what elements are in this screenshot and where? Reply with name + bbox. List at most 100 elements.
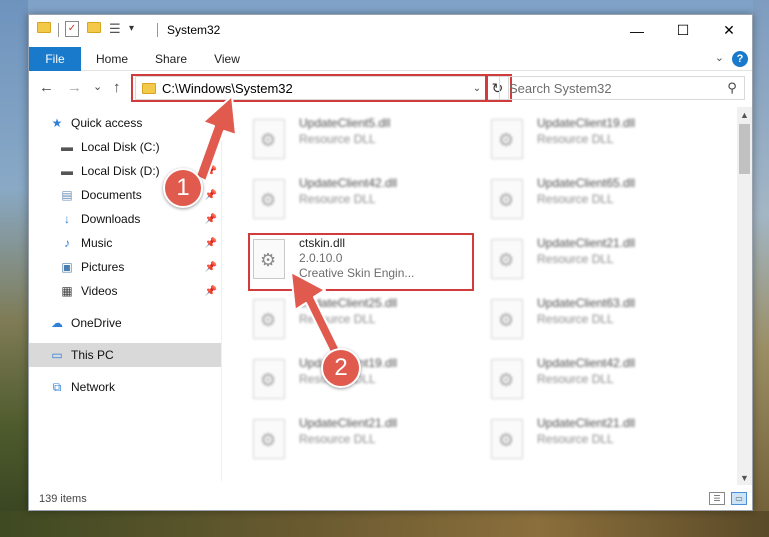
properties-icon[interactable]: ✓: [65, 21, 79, 37]
search-icon[interactable]: ⚲: [720, 80, 744, 96]
sidebar-item-label: Local Disk (D:): [81, 164, 160, 178]
desktop-background-right: [753, 0, 769, 537]
tiles-view-icon[interactable]: ▭: [731, 492, 747, 505]
pin-icon[interactable]: 📌: [205, 142, 217, 153]
address-dropdown-icon[interactable]: ⌄: [468, 83, 486, 94]
file-name: UpdateClient63.dll: [537, 296, 636, 310]
scroll-down-icon[interactable]: ▼: [737, 470, 752, 485]
sidebar-item-videos[interactable]: ▦ Videos 📌: [29, 279, 221, 303]
file-item[interactable]: UpdateClient42.dll Resource DLL: [487, 351, 712, 407]
file-item[interactable]: UpdateClient25.dll Resource DLL: [249, 291, 474, 347]
separator: [58, 23, 59, 37]
sidebar-item-label: OneDrive: [71, 316, 122, 330]
file-name: UpdateClient65.dll: [537, 176, 636, 190]
dll-file-icon: [253, 359, 285, 399]
ribbon-tabs: File Home Share View ⌄ ?: [29, 47, 752, 71]
sidebar-item-downloads[interactable]: ↓ Downloads 📌: [29, 207, 221, 231]
search-input[interactable]: [509, 80, 720, 96]
minimize-button[interactable]: —: [614, 15, 660, 46]
file-type: Resource DLL: [299, 132, 376, 146]
sidebar-item-network[interactable]: ⧉ Network: [29, 375, 221, 399]
sidebar-item-label: Music: [81, 236, 113, 250]
pin-icon[interactable]: 📌: [205, 262, 217, 273]
pin-icon[interactable]: 📌: [205, 166, 217, 177]
sidebar-item-label: Network: [71, 380, 116, 394]
tab-home[interactable]: Home: [87, 47, 137, 71]
dll-file-icon: [253, 239, 285, 279]
file-description: Creative Skin Engin...: [299, 266, 415, 280]
file-item[interactable]: UpdateClient5.dll Resource DLL: [249, 111, 474, 167]
pin-icon[interactable]: 📌: [205, 214, 217, 225]
new-folder-icon[interactable]: [87, 22, 101, 33]
file-name: UpdateClient42.dll: [537, 356, 636, 370]
sidebar-item-quick-access[interactable]: ★ Quick access: [29, 111, 221, 135]
forward-button[interactable]: →: [67, 79, 82, 96]
dll-file-icon: [253, 419, 285, 459]
sidebar-item-music[interactable]: ♪ Music 📌: [29, 231, 221, 255]
file-item[interactable]: UpdateClient19.dll Resource DLL: [249, 351, 474, 407]
file-type: Resource DLL: [537, 432, 614, 446]
step-badge-1: 1: [163, 168, 203, 208]
sidebar-item-this-pc[interactable]: ▭ This PC: [29, 343, 221, 367]
sidebar-item-label: Videos: [81, 284, 118, 298]
dll-file-icon: [491, 179, 523, 219]
close-button[interactable]: ✕: [706, 15, 752, 46]
back-button[interactable]: ←: [39, 79, 54, 96]
pin-icon[interactable]: 📌: [205, 286, 217, 297]
search-box[interactable]: ⚲: [499, 76, 745, 100]
folder-icon: [37, 22, 51, 33]
scroll-thumb[interactable]: [739, 124, 750, 174]
tab-file[interactable]: File: [29, 47, 81, 71]
qat-dropdown-icon[interactable]: ▾: [129, 23, 134, 34]
file-name: ctskin.dll: [299, 236, 346, 250]
tab-share[interactable]: Share: [147, 47, 195, 71]
customize-icon[interactable]: ☰: [109, 21, 121, 37]
maximize-button[interactable]: ☐: [660, 15, 706, 46]
pin-icon[interactable]: 📌: [205, 238, 217, 249]
file-name: UpdateClient42.dll: [299, 176, 398, 190]
navigation-bar: ← → ⌄ ↑ C:\Windows\System32 ⌄ ↻ ⚲: [29, 72, 752, 104]
dll-file-icon: [491, 239, 523, 279]
file-item[interactable]: UpdateClient21.dll Resource DLL: [249, 411, 474, 467]
navigation-pane: ★ Quick access ▬ Local Disk (C:) 📌 ▬ Loc…: [29, 111, 221, 481]
folder-icon: [142, 82, 156, 94]
file-list: UpdateClient5.dll Resource DLL UpdateCli…: [225, 111, 735, 481]
sidebar-item-label: Downloads: [81, 212, 141, 226]
file-item[interactable]: UpdateClient21.dll Resource DLL: [487, 231, 712, 287]
file-type: Resource DLL: [537, 132, 614, 146]
file-name: UpdateClient25.dll: [299, 296, 398, 310]
file-type: Resource DLL: [299, 312, 376, 326]
sidebar-item-onedrive[interactable]: ☁ OneDrive: [29, 311, 221, 335]
recent-locations-button[interactable]: ⌄: [93, 80, 102, 93]
cloud-icon: ☁: [51, 316, 63, 330]
dll-file-icon: [491, 119, 523, 159]
vertical-scrollbar[interactable]: ▲ ▼: [737, 107, 752, 485]
dll-file-icon: [491, 299, 523, 339]
ribbon-expand-icon[interactable]: ⌄: [715, 51, 724, 64]
file-type: Resource DLL: [299, 432, 376, 446]
address-path[interactable]: C:\Windows\System32: [162, 81, 468, 96]
file-item[interactable]: UpdateClient19.dll Resource DLL: [487, 111, 712, 167]
sidebar-item-label: Local Disk (C:): [81, 140, 160, 154]
file-item[interactable]: UpdateClient21.dll Resource DLL: [487, 411, 712, 467]
address-bar[interactable]: C:\Windows\System32 ⌄: [135, 76, 487, 100]
up-button[interactable]: ↑: [113, 79, 121, 96]
pin-icon[interactable]: 📌: [205, 190, 217, 201]
file-item[interactable]: UpdateClient63.dll Resource DLL: [487, 291, 712, 347]
documents-icon: ▤: [61, 188, 73, 202]
pictures-icon: ▣: [61, 260, 73, 274]
file-item[interactable]: UpdateClient42.dll Resource DLL: [249, 171, 474, 227]
tab-view[interactable]: View: [205, 47, 249, 71]
dll-file-icon: [253, 179, 285, 219]
file-item-ctskin[interactable]: ctskin.dll 2.0.10.0 Creative Skin Engin.…: [249, 231, 474, 287]
help-button[interactable]: ?: [732, 51, 748, 67]
sidebar-item-pictures[interactable]: ▣ Pictures 📌: [29, 255, 221, 279]
desktop-background-left: [0, 0, 28, 537]
file-name: UpdateClient21.dll: [299, 416, 398, 430]
file-item[interactable]: UpdateClient65.dll Resource DLL: [487, 171, 712, 227]
sidebar-item-local-disk-c[interactable]: ▬ Local Disk (C:) 📌: [29, 135, 221, 159]
scroll-up-icon[interactable]: ▲: [737, 107, 752, 122]
details-view-icon[interactable]: ☰: [709, 492, 725, 505]
download-icon: ↓: [64, 212, 70, 226]
file-type: Resource DLL: [537, 312, 614, 326]
